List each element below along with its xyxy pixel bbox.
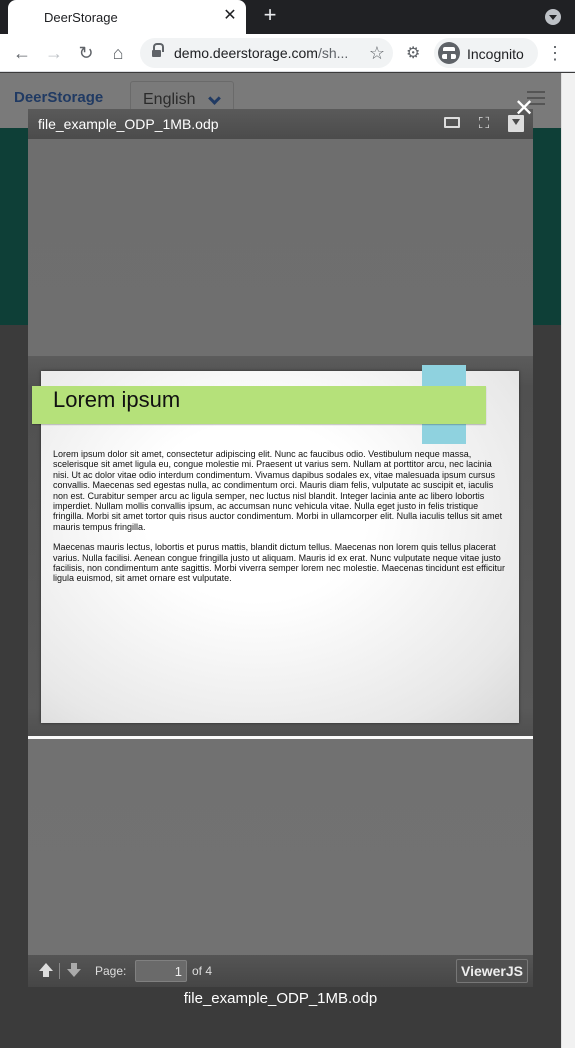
slide-title-banner: Lorem ipsum <box>32 386 486 424</box>
slide-paragraph-1: Lorem ipsum dolor sit amet, consectetur … <box>53 449 503 532</box>
slide-body: Lorem ipsum dolor sit amet, consectetur … <box>53 449 509 584</box>
tab-title: DeerStorage <box>44 10 118 25</box>
viewerjs-button[interactable]: ViewerJS <box>456 959 528 983</box>
page-number-input[interactable] <box>135 960 187 982</box>
viewer-canvas[interactable]: Lorem ipsum Lorem ipsum dolor sit amet, … <box>28 139 533 955</box>
browser-tab[interactable]: DeerStorage ✕ <box>8 0 246 34</box>
incognito-icon <box>438 42 460 64</box>
url-text[interactable]: demo.deerstorage.com/sh... <box>174 45 354 61</box>
menu-icon[interactable]: ⋮ <box>546 42 564 64</box>
home-icon[interactable]: ⌂ <box>106 41 130 65</box>
url-host: demo.deerstorage.com <box>174 45 318 61</box>
viewer-file-title: file_example_ODP_1MB.odp <box>38 116 219 132</box>
next-page-icon[interactable] <box>66 963 82 979</box>
reload-icon[interactable]: ↻ <box>74 41 98 65</box>
viewer-footer: Page: of 4 ViewerJS <box>28 955 533 987</box>
incognito-badge[interactable]: Incognito <box>434 38 538 68</box>
slide-page: Lorem ipsum Lorem ipsum dolor sit amet, … <box>32 365 519 723</box>
presentation-icon[interactable] <box>444 117 460 128</box>
nav-divider <box>59 963 60 979</box>
tab-close-icon[interactable]: ✕ <box>222 8 238 24</box>
slide-paragraph-2: Maecenas mauris lectus, lobortis et puru… <box>53 542 506 584</box>
browser-toolbar: ← → ↻ ⌂ demo.deerstorage.com/sh... ☆ ⚙ I… <box>0 34 575 72</box>
fullscreen-icon[interactable]: ⛶ <box>476 115 492 132</box>
slide-title: Lorem ipsum <box>53 387 181 412</box>
page-label: Page: <box>95 964 127 978</box>
document-viewer: file_example_ODP_1MB.odp ⛶ Lorem ipsum L… <box>28 109 533 987</box>
previous-page-icon[interactable] <box>38 963 54 979</box>
page-count: of 4 <box>192 964 213 978</box>
page-scrollbar[interactable] <box>561 73 575 1048</box>
file-caption: file_example_ODP_1MB.odp <box>183 990 378 1007</box>
new-tab-icon[interactable]: + <box>258 4 282 28</box>
lock-icon[interactable] <box>152 43 164 58</box>
forward-icon[interactable]: → <box>42 41 66 65</box>
viewer-titlebar: file_example_ODP_1MB.odp ⛶ <box>28 109 533 139</box>
star-icon[interactable]: ☆ <box>369 43 385 64</box>
chevron-down-icon <box>208 92 221 105</box>
incognito-label: Incognito <box>467 46 524 62</box>
back-icon[interactable]: ← <box>10 41 34 65</box>
tab-strip: DeerStorage ✕ + <box>0 0 575 34</box>
url-path: /sh... <box>317 45 349 61</box>
slide-separator <box>28 736 533 739</box>
tab-search-icon[interactable] <box>545 9 561 25</box>
address-bar[interactable]: demo.deerstorage.com/sh... ☆ <box>140 38 393 68</box>
extensions-icon[interactable]: ⚙ <box>406 43 424 62</box>
close-icon[interactable]: ✕ <box>513 97 535 121</box>
language-value: English <box>143 91 196 108</box>
site-brand[interactable]: DeerStorage <box>14 89 103 106</box>
